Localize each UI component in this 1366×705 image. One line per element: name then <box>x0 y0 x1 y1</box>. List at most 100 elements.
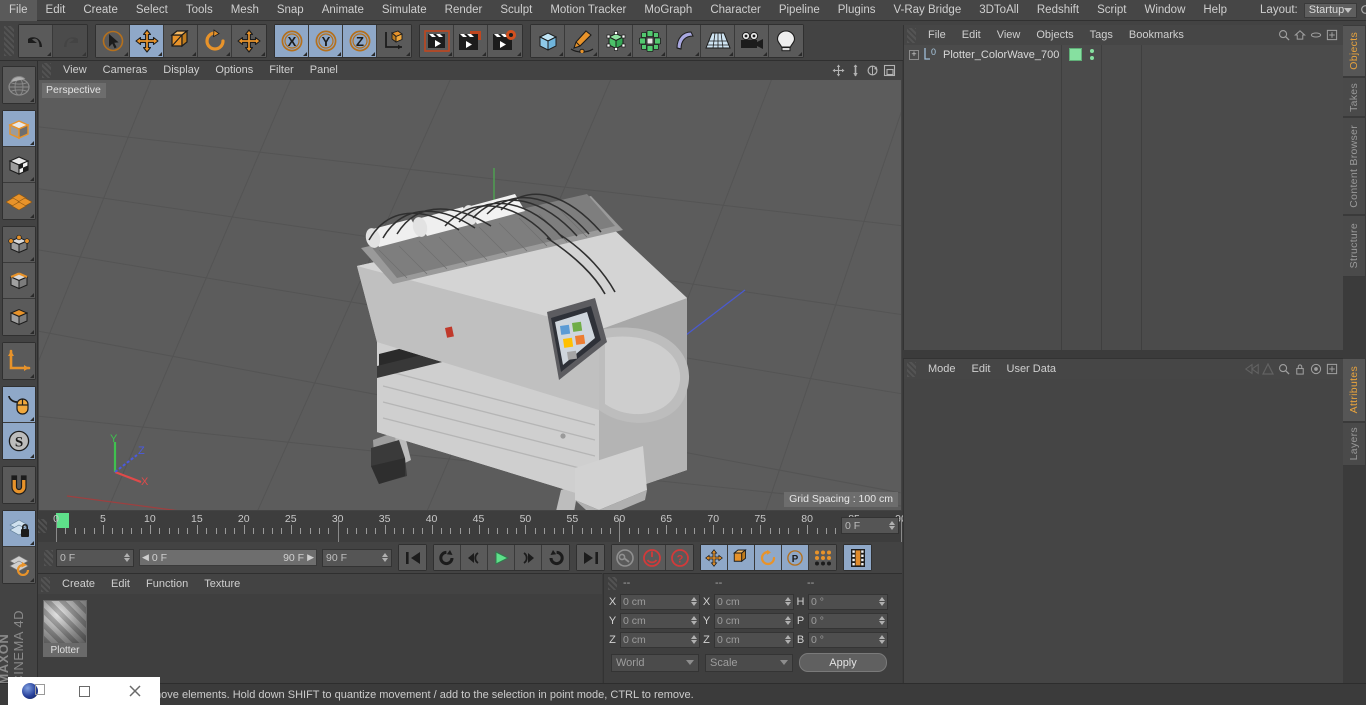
home-icon[interactable] <box>1292 27 1308 43</box>
object-menu-file[interactable]: File <box>920 25 954 45</box>
viewport-menu-view[interactable]: View <box>55 61 95 80</box>
menu-window[interactable]: Window <box>1135 0 1194 21</box>
dropdown-corner-icon[interactable] <box>124 51 128 56</box>
minimize-button[interactable] <box>59 677 110 705</box>
dropdown-corner-icon[interactable] <box>29 293 34 297</box>
rotation-key-button[interactable] <box>755 545 782 570</box>
menu-motion-tracker[interactable]: Motion Tracker <box>541 0 635 21</box>
object-menu-bookmarks[interactable]: Bookmarks <box>1121 25 1192 45</box>
maximize-viewport-icon[interactable] <box>881 62 898 79</box>
points-mode-button[interactable] <box>2 227 35 263</box>
x-axis-button[interactable]: X <box>275 24 309 57</box>
dropdown-corner-icon[interactable] <box>29 214 34 218</box>
object-menu-view[interactable]: View <box>989 25 1029 45</box>
dropdown-corner-icon[interactable] <box>82 51 86 56</box>
material-item[interactable]: Plotter <box>43 600 87 657</box>
timeline-frame-field[interactable]: 0 F <box>841 517 899 534</box>
range-left-arrow-icon[interactable]: ◀ <box>142 552 149 563</box>
floor-environment-button[interactable] <box>701 24 735 57</box>
redo-button[interactable] <box>53 24 87 57</box>
history-back-icon[interactable] <box>1244 361 1260 377</box>
material-menu-texture[interactable]: Texture <box>196 574 248 594</box>
spinner-icon[interactable] <box>124 553 130 562</box>
material-grip[interactable] <box>41 576 50 592</box>
preview-end-field[interactable]: 90 F <box>322 548 392 567</box>
polygons-mode-button[interactable] <box>2 299 35 335</box>
light-button[interactable] <box>769 24 803 57</box>
dropdown-corner-icon[interactable] <box>763 51 767 56</box>
mograph-cloner-button[interactable] <box>633 24 667 57</box>
dropdown-corner-icon[interactable] <box>29 498 34 502</box>
tab-objects[interactable]: Objects <box>1343 25 1366 77</box>
texture-mode-button[interactable] <box>2 147 35 183</box>
object-menu-edit[interactable]: Edit <box>954 25 989 45</box>
size-z-field[interactable]: 0 cm <box>714 631 794 648</box>
menu-render[interactable]: Render <box>436 0 492 21</box>
attribute-menu-edit[interactable]: Edit <box>964 359 999 379</box>
dropdown-corner-icon[interactable] <box>695 51 699 56</box>
transport-grip[interactable] <box>44 549 53 566</box>
object-menu-objects[interactable]: Objects <box>1028 25 1081 45</box>
dropdown-corner-icon[interactable] <box>29 578 34 582</box>
timeline-grip[interactable] <box>38 519 47 533</box>
dropdown-corner-icon[interactable] <box>29 257 34 261</box>
dropdown-corner-icon[interactable] <box>29 374 34 378</box>
target-icon[interactable] <box>1308 361 1324 377</box>
move-axis-button[interactable] <box>232 24 266 57</box>
menu-tools[interactable]: Tools <box>177 0 222 21</box>
model-mode-button[interactable] <box>2 111 35 147</box>
bend-deformer-button[interactable] <box>667 24 701 57</box>
history-forward-icon[interactable] <box>1260 361 1276 377</box>
world-axis-button[interactable] <box>377 24 411 57</box>
tab-content-browser[interactable]: Content Browser <box>1343 117 1366 215</box>
search-icon[interactable] <box>1276 27 1292 43</box>
scale-tool-button[interactable] <box>164 24 198 57</box>
viewport-menu-filter[interactable]: Filter <box>261 61 301 80</box>
menu-sculpt[interactable]: Sculpt <box>491 0 541 21</box>
dropdown-corner-icon[interactable] <box>192 51 196 56</box>
menu-v-ray-bridge[interactable]: V-Ray Bridge <box>884 0 970 21</box>
3d-viewport[interactable]: Perspective Grid Spacing : 100 cm Y X Z <box>39 80 901 510</box>
go-to-start-button[interactable] <box>399 545 426 570</box>
step-forward-button[interactable] <box>515 545 542 570</box>
spinner-icon[interactable] <box>382 553 388 562</box>
add-panel-icon[interactable] <box>1324 361 1340 377</box>
expand-toggle-icon[interactable]: + <box>909 49 919 60</box>
pen-spline-button[interactable] <box>565 24 599 57</box>
dropdown-corner-icon[interactable] <box>29 98 34 102</box>
menu-mograph[interactable]: MoGraph <box>635 0 701 21</box>
spinner-icon[interactable] <box>785 635 791 644</box>
menu-file[interactable]: File <box>0 0 37 21</box>
viewport-grip[interactable] <box>42 63 51 78</box>
spinner-icon[interactable] <box>889 521 895 530</box>
rotation-b-field[interactable]: 0 ° <box>808 631 888 648</box>
render-picture-viewer-button[interactable] <box>454 24 488 57</box>
polygon-mesh-button[interactable] <box>2 183 35 219</box>
tab-takes[interactable]: Takes <box>1343 77 1366 117</box>
object-tree[interactable]: +0 Plotter_ColorWave_700 <box>904 45 1343 350</box>
position-key-button[interactable] <box>701 545 728 570</box>
search-icon[interactable] <box>1357 1 1366 19</box>
object-manager-grip[interactable] <box>907 27 916 43</box>
dropdown-corner-icon[interactable] <box>337 51 341 56</box>
size-y-field[interactable]: 0 cm <box>714 612 794 629</box>
spinner-icon[interactable] <box>691 635 697 644</box>
play-button[interactable] <box>488 545 515 570</box>
dropdown-corner-icon[interactable] <box>729 51 733 56</box>
dropdown-corner-icon[interactable] <box>593 51 597 56</box>
dropdown-corner-icon[interactable] <box>482 51 486 56</box>
workplane-lock-button[interactable] <box>2 511 35 547</box>
snap-enable-button[interactable]: S <box>2 423 35 459</box>
dropdown-corner-icon[interactable] <box>517 51 521 56</box>
menu-snap[interactable]: Snap <box>268 0 313 21</box>
dolly-viewport-icon[interactable] <box>847 62 864 79</box>
viewport-solo-mouse-button[interactable] <box>2 387 35 423</box>
scale-key-button[interactable] <box>728 545 755 570</box>
viewport-menu-options[interactable]: Options <box>207 61 261 80</box>
visibility-dots-icon[interactable] <box>1090 49 1095 60</box>
apply-button[interactable]: Apply <box>799 653 887 672</box>
material-menu-edit[interactable]: Edit <box>103 574 138 594</box>
dropdown-corner-icon[interactable] <box>627 51 631 56</box>
spinner-icon[interactable] <box>691 616 697 625</box>
dropdown-corner-icon[interactable] <box>29 177 34 181</box>
